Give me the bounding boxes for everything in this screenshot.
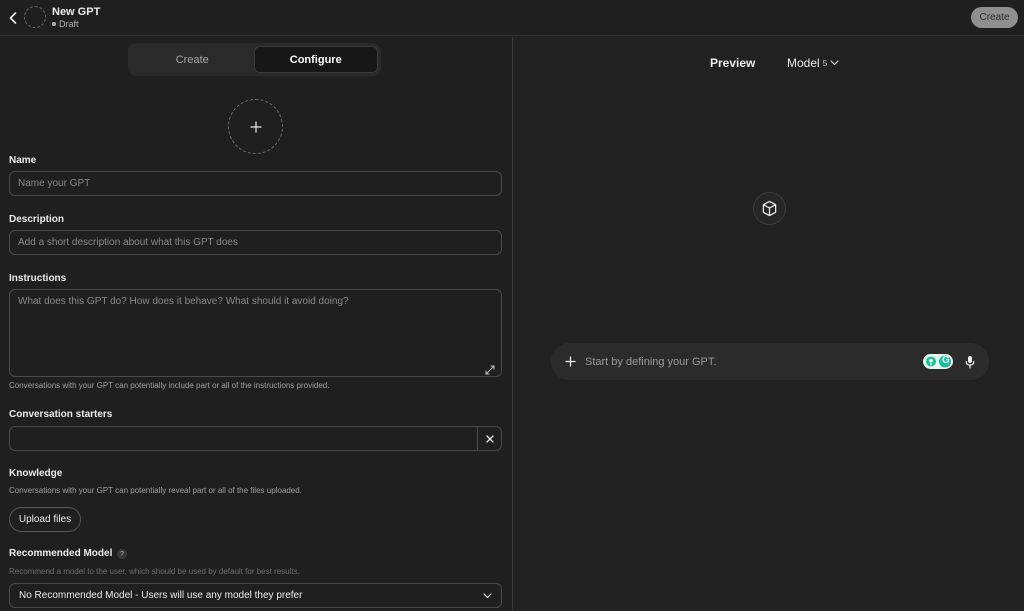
description-input[interactable] [9,230,502,255]
close-icon [485,434,494,443]
chevron-down-icon [483,592,492,598]
back-button[interactable] [6,10,20,26]
voice-input-button[interactable] [963,354,977,369]
recommended-model-help: Recommend a model to the user, which sho… [9,567,300,576]
name-label: Name [9,155,37,166]
chevron-left-icon [9,12,17,24]
plus-icon [249,120,262,133]
name-input[interactable] [9,171,502,196]
instructions-help: Conversations with your GPT can potentia… [9,381,330,390]
expand-icon [485,365,495,375]
starters-label: Conversation starters [9,409,113,420]
avatar-upload-button[interactable] [228,99,283,154]
tab-create[interactable]: Create [131,46,254,73]
preview-panel: Preview Model 5 G [513,37,1024,611]
attach-button[interactable] [563,354,577,368]
model-version: 5 [822,58,828,68]
recommended-model-value: No Recommended Model - Users will use an… [19,590,303,601]
remove-starter-button[interactable] [477,426,502,451]
instructions-textarea[interactable] [9,289,502,377]
plus-icon [564,355,576,367]
recommended-model-label: Recommended Model [9,548,113,559]
model-selector[interactable]: Model 5 [787,56,839,70]
mode-tabs: Create Configure [128,43,381,76]
microphone-icon [965,355,975,369]
conversation-starter-input[interactable] [9,426,478,451]
message-composer: G [551,343,989,380]
grammarly-widget[interactable]: G [923,354,953,369]
knowledge-label: Knowledge [9,468,63,479]
cube-icon [762,200,777,217]
status-text: Draft [59,19,79,29]
instructions-label: Instructions [9,273,67,284]
chevron-down-icon [830,60,839,66]
gpt-title: New GPT [52,6,101,18]
knowledge-help: Conversations with your GPT can potentia… [9,486,302,495]
gpt-placeholder-avatar [753,192,786,225]
preview-title: Preview [710,56,756,70]
upload-files-button[interactable]: Upload files [9,507,81,532]
composer-input[interactable] [585,351,915,372]
model-label: Model [787,56,820,70]
status-dot [52,22,56,26]
top-bar: New GPT Draft Create [0,0,1024,36]
recommended-model-select[interactable]: No Recommended Model - Users will use an… [9,583,502,608]
help-icon[interactable]: ? [117,549,127,559]
create-button[interactable]: Create [971,7,1018,28]
configure-panel: Create Configure Name Description Instru… [0,37,512,611]
tab-configure[interactable]: Configure [253,46,378,73]
grammarly-letter: G [942,355,950,366]
expand-textarea-button[interactable] [485,362,495,375]
description-label: Description [9,214,65,225]
gpt-avatar [24,6,46,28]
gpt-status: Draft [52,19,79,29]
